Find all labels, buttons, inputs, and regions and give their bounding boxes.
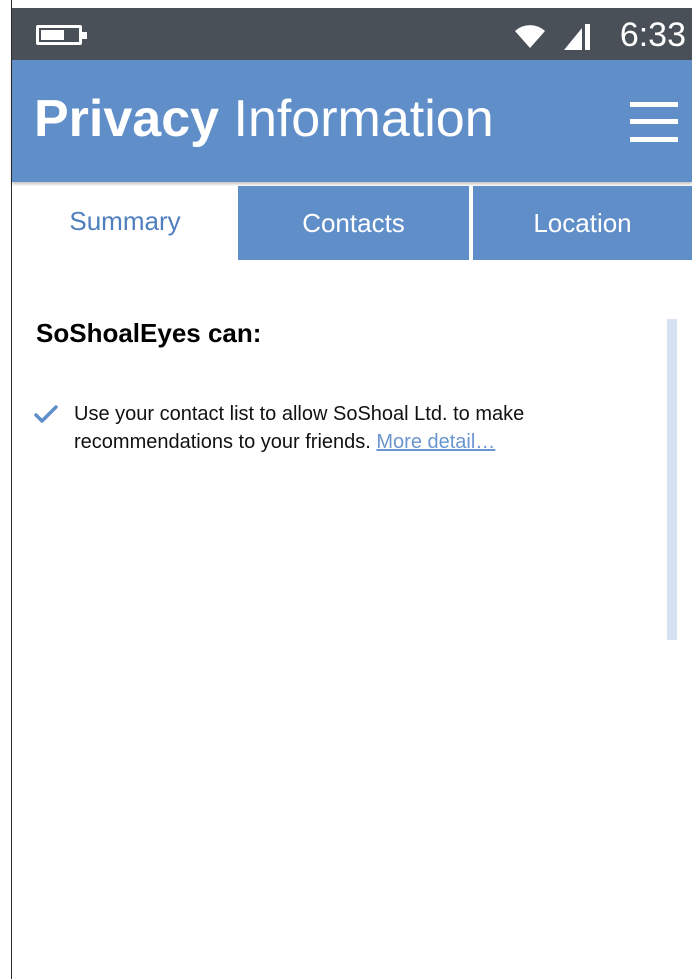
app-bar: Privacy Information bbox=[12, 60, 692, 182]
page-title-bold: Privacy bbox=[34, 90, 220, 148]
battery-level bbox=[41, 30, 64, 40]
wifi-icon bbox=[515, 25, 545, 48]
menu-line bbox=[630, 102, 678, 107]
page-title: Privacy Information bbox=[34, 88, 494, 150]
status-bar: 6:33 bbox=[12, 8, 692, 60]
menu-line bbox=[630, 119, 678, 124]
page-title-regular: Information bbox=[219, 90, 494, 148]
battery-icon bbox=[36, 25, 87, 45]
more-detail-link[interactable]: More detail… bbox=[376, 431, 495, 453]
tab-contacts[interactable]: Contacts bbox=[238, 186, 469, 260]
scrollbar[interactable] bbox=[667, 319, 677, 640]
tab-bar: Summary Contacts Location bbox=[12, 186, 692, 260]
tab-summary[interactable]: Summary bbox=[12, 186, 238, 260]
status-time: 6:33 bbox=[619, 16, 686, 54]
hamburger-menu-icon[interactable] bbox=[630, 102, 678, 142]
menu-line bbox=[630, 137, 678, 142]
content-heading: SoShoalEyes can: bbox=[36, 318, 262, 348]
permission-description: Use your contact list to allow SoShoal L… bbox=[74, 400, 634, 456]
cell-signal-icon bbox=[564, 24, 590, 50]
checkmark-icon bbox=[34, 405, 58, 423]
tab-location[interactable]: Location bbox=[473, 186, 692, 260]
